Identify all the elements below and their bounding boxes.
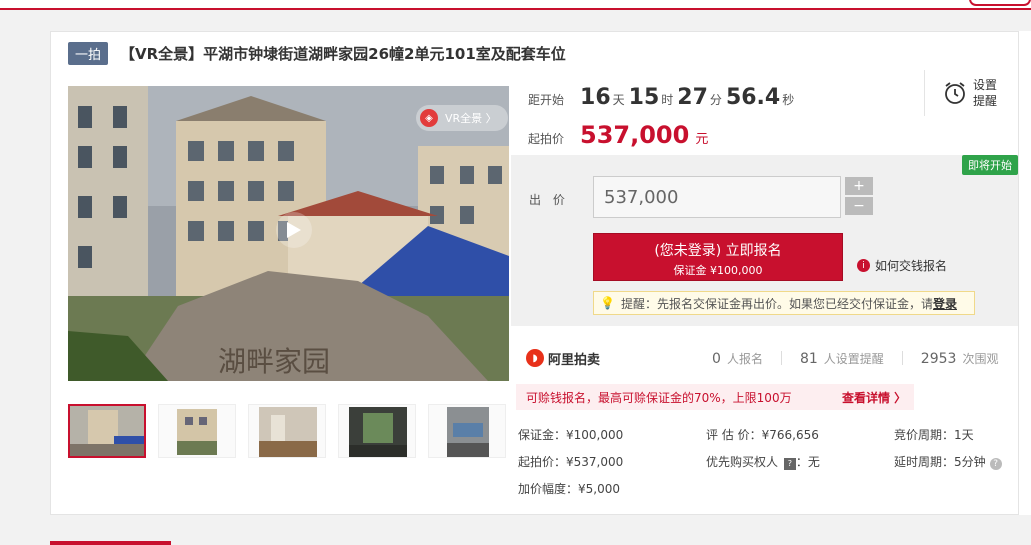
- auction-round-tag: 一拍: [68, 41, 109, 65]
- login-tip: 💡 提醒：先报名交保证金再出价。如果您已经交付保证金，请 登录: [593, 291, 975, 315]
- register-button[interactable]: (您未登录) 立即报名 保证金 ¥100,000: [593, 233, 843, 281]
- ali-auction-logo: ◗ 阿里拍卖: [526, 349, 600, 368]
- view-count-value: 2953: [920, 350, 957, 367]
- delay-cycle-value: 延时周期：5分钟: [894, 455, 986, 469]
- reminder-count-label: 人设置提醒: [823, 351, 884, 366]
- increase-bid-button[interactable]: +: [845, 177, 873, 195]
- play-icon: [287, 222, 301, 238]
- set-reminder-button[interactable]: 设置 提醒: [924, 70, 1004, 116]
- reminder-line2: 提醒: [973, 94, 998, 108]
- start-price-label: 起拍价: [528, 132, 565, 146]
- how-to-register-link[interactable]: i 如何交钱报名: [857, 257, 947, 274]
- tab-indicator[interactable]: [50, 541, 171, 545]
- top-bar: [0, 0, 1031, 10]
- thumbnail-4[interactable]: [338, 404, 416, 458]
- reminder-count-value: 81: [799, 350, 818, 367]
- how-to-register-label: 如何交钱报名: [875, 259, 948, 273]
- title-row: 一拍 【VR全景】平湖市钟埭街道湖畔家园26幢2单元101室及配套车位: [68, 41, 566, 65]
- auction-panel: 一拍 【VR全景】平湖市钟埭街道湖畔家园26幢2单元101室及配套车位 湖畔家园…: [50, 31, 1031, 515]
- priority-help-icon[interactable]: ?: [783, 458, 796, 470]
- vr-logo-icon: ◈: [420, 109, 438, 127]
- deposit-info: 保证金：¥100,000: [518, 428, 624, 442]
- register-deposit-label: 保证金 ¥100,000: [673, 264, 763, 277]
- main-photo[interactable]: 湖畔家园 ◈ VR全景 〉: [68, 86, 509, 381]
- bid-box: 即将开始 出 价 537,000 + − (您未登录) 立即报名 保证金 ¥10…: [511, 155, 1018, 326]
- timer-area: 距开始 16 天 15 时 27 分 56.4 秒 起拍价 537,000 元: [528, 77, 918, 157]
- countdown-days: 16: [580, 85, 611, 110]
- detail-row: 保证金：¥100,000 评 估 价：¥766,656 竞价周期：1天: [518, 421, 1018, 448]
- info-icon: i: [857, 259, 870, 272]
- divider: [901, 351, 903, 365]
- priority-buyer-label: 优先购买权人: [706, 455, 779, 469]
- countdown-label: 距开始: [528, 93, 565, 107]
- decrease-bid-button[interactable]: −: [845, 197, 873, 215]
- start-price: 起拍价 537,000 元: [528, 121, 708, 149]
- thumbnail-2[interactable]: [158, 404, 236, 458]
- start-price-info: 起拍价：¥537,000: [518, 455, 624, 469]
- tip-text: 提醒：先报名交保证金再出价。如果您已经交付保证金，请: [620, 296, 933, 311]
- vr-label: VR全景 〉: [445, 112, 497, 125]
- countdown-seconds-unit: 秒: [782, 93, 795, 107]
- lightbulb-icon: 💡: [600, 296, 615, 310]
- thumbnail-strip: [68, 404, 506, 458]
- countdown-hours-unit: 时: [661, 93, 674, 107]
- reminder-line1: 设置: [973, 78, 998, 92]
- reminder-count: 81 人设置提醒: [800, 350, 884, 367]
- svg-text:湖畔家园: 湖畔家园: [218, 345, 330, 378]
- thumbnail-5[interactable]: [428, 404, 506, 458]
- countdown-days-unit: 天: [612, 93, 625, 107]
- play-video-button[interactable]: [276, 212, 312, 248]
- bidding-cycle-info: 竞价周期：1天: [894, 428, 974, 442]
- top-right-tab[interactable]: [969, 0, 1031, 6]
- priority-buyer-info: 优先购买权人 ? ：无: [706, 453, 894, 470]
- promo-text: 可赊钱报名，最高可赊保证金的70%，上限100万: [526, 390, 792, 405]
- start-price-value: 537,000: [580, 121, 690, 149]
- ali-auction-icon: ◗: [526, 349, 544, 367]
- countdown-hours: 15: [628, 85, 660, 110]
- register-button-label: (您未登录) 立即报名: [654, 243, 782, 259]
- help-icon[interactable]: ?: [989, 458, 1002, 470]
- brand-name: 阿里拍卖: [548, 352, 601, 368]
- view-count: 2953 次围观: [921, 350, 999, 367]
- start-price-unit: 元: [695, 132, 709, 147]
- thumbnail-1[interactable]: [68, 404, 146, 458]
- thumbnail-3[interactable]: [248, 404, 326, 458]
- detail-row: 加价幅度：¥5,000: [518, 475, 1018, 502]
- divider: [780, 351, 782, 365]
- bid-label: 出 价: [529, 193, 569, 207]
- auction-stats: ◗ 阿里拍卖 0 人报名 81 人设置提醒 2953 次围观: [526, 344, 1018, 372]
- view-details-link[interactable]: 查看详情 〉: [842, 389, 906, 406]
- vr-panorama-badge[interactable]: ◈ VR全景 〉: [416, 105, 508, 131]
- status-badge: 即将开始: [962, 155, 1018, 175]
- right-side-panel: [1018, 31, 1031, 515]
- bid-amount-input[interactable]: 537,000: [593, 176, 841, 218]
- priority-buyer-value: ：无: [795, 455, 820, 469]
- countdown: 距开始 16 天 15 时 27 分 56.4 秒: [528, 85, 798, 110]
- view-count-label: 次围观: [962, 351, 999, 366]
- delay-cycle-info: 延时周期：5分钟?: [894, 453, 1018, 470]
- countdown-minutes: 27: [677, 85, 708, 110]
- alarm-clock-icon: [945, 82, 965, 104]
- login-link[interactable]: 登录: [933, 295, 957, 312]
- credit-promo-banner: 可赊钱报名，最高可赊保证金的70%，上限100万 查看详情 〉: [516, 384, 914, 410]
- appraisal-info: 评 估 价：¥766,656: [706, 428, 819, 442]
- countdown-seconds: 56.4: [725, 85, 781, 110]
- detail-row: 起拍价：¥537,000 优先购买权人 ? ：无 延时周期：5分钟?: [518, 448, 1018, 475]
- countdown-minutes-unit: 分: [709, 93, 722, 107]
- page-title: 【VR全景】平湖市钟埭街道湖畔家园26幢2单元101室及配套车位: [120, 44, 566, 63]
- auction-details: 保证金：¥100,000 评 估 价：¥766,656 竞价周期：1天 起拍价：…: [518, 421, 1018, 502]
- signup-count-value: 0: [712, 350, 721, 367]
- signup-count: 0 人报名: [712, 350, 763, 367]
- increment-info: 加价幅度：¥5,000: [518, 482, 620, 496]
- signup-count-label: 人报名: [726, 351, 763, 366]
